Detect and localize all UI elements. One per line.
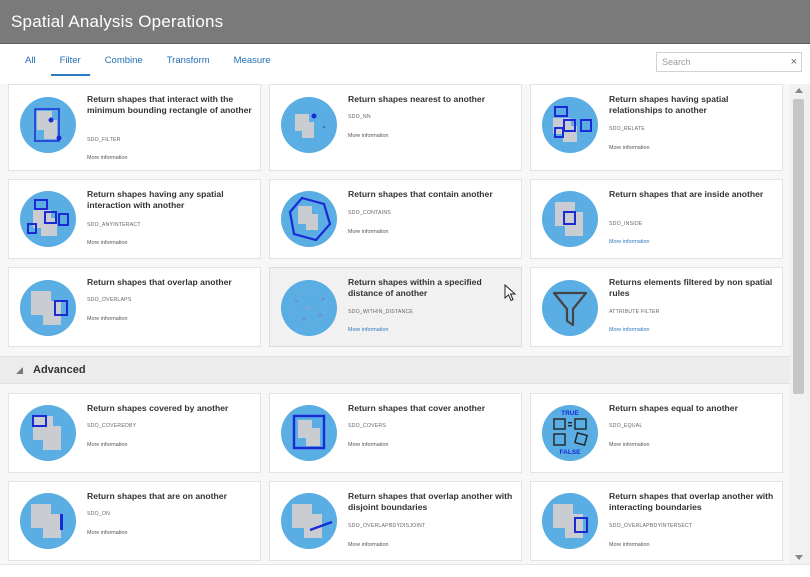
- operator-code: SDO_NN: [348, 114, 371, 120]
- operation-card-sdo-on[interactable]: Return shapes that are on another SDO_ON…: [8, 481, 261, 561]
- overlap-disjoint-icon: [280, 492, 338, 550]
- title-bar: Spatial Analysis Operations: [0, 0, 810, 44]
- operation-card-sdo-covers[interactable]: Return shapes that cover another SDO_COV…: [269, 393, 522, 473]
- card-title: Return shapes within a specified distanc…: [348, 277, 482, 298]
- operation-card-sdo-overlapbdyintersect[interactable]: Return shapes that overlap another with …: [530, 481, 783, 561]
- card-title: Return shapes equal to another: [609, 403, 738, 413]
- card-title: Return shapes having spatial relationshi…: [609, 94, 729, 115]
- within-distance-icon: [280, 279, 338, 337]
- true-label: TRUE: [561, 410, 579, 417]
- scroll-down-arrow-icon[interactable]: [795, 555, 803, 560]
- operation-card-sdo-coveredby[interactable]: Return shapes covered by another SDO_COV…: [8, 393, 261, 473]
- more-information-link[interactable]: More information: [348, 542, 388, 548]
- operator-code: SDO_CONTAINS: [348, 210, 391, 216]
- any-interact-icon: [19, 190, 77, 248]
- toolbar: All Filter Combine Transform Measure ×: [0, 44, 810, 84]
- funnel-icon: [541, 279, 599, 337]
- section-label: Advanced: [33, 364, 86, 376]
- more-information-link[interactable]: More information: [609, 327, 649, 333]
- collapse-triangle-icon[interactable]: [16, 367, 23, 374]
- on-icon: [19, 492, 77, 550]
- operation-card-sdo-equal[interactable]: TRUE FALSE Return shapes equal to another…: [530, 393, 783, 473]
- more-information-link[interactable]: More information: [609, 442, 649, 448]
- nearest-neighbor-icon: [280, 96, 338, 154]
- more-information-link[interactable]: More information: [87, 316, 127, 322]
- card-title: Return shapes that cover another: [348, 403, 486, 413]
- relate-icon: [541, 96, 599, 154]
- clear-search-icon[interactable]: ×: [791, 56, 797, 68]
- inside-icon: [541, 190, 599, 248]
- operator-code: SDO_ANYINTERACT: [87, 222, 141, 228]
- more-information-link[interactable]: More information: [609, 145, 649, 151]
- more-information-link[interactable]: More information: [87, 240, 127, 246]
- operation-card-sdo-overlaps[interactable]: Return shapes that overlap another SDO_O…: [8, 267, 261, 347]
- overlaps-icon: [19, 279, 77, 337]
- operation-card-sdo-anyinteract[interactable]: Return shapes having any spatial interac…: [8, 179, 261, 259]
- overlap-intersect-icon: [541, 492, 599, 550]
- operation-card-attribute-filter[interactable]: Returns elements filtered by non spatial…: [530, 267, 783, 347]
- contains-icon: [280, 190, 338, 248]
- card-title: Return shapes having any spatial interac…: [87, 189, 224, 210]
- more-information-link[interactable]: More information: [348, 229, 388, 235]
- more-information-link[interactable]: More information: [348, 442, 388, 448]
- window-title: Spatial Analysis Operations: [11, 12, 224, 31]
- operator-code: SDO_INSIDE: [609, 221, 643, 227]
- category-tabs: All Filter Combine Transform Measure: [16, 44, 286, 76]
- operation-card-sdo-within-distance[interactable]: Return shapes within a specified distanc…: [269, 267, 522, 347]
- operator-code: SDO_EQUAL: [609, 423, 643, 429]
- advanced-section-header[interactable]: Advanced: [0, 356, 790, 384]
- operation-card-sdo-contains[interactable]: Return shapes that contain another SDO_C…: [269, 179, 522, 259]
- card-title: Return shapes that overlap another: [87, 277, 232, 287]
- card-title: Return shapes that overlap another with …: [348, 491, 513, 512]
- more-information-link[interactable]: More information: [348, 327, 388, 333]
- operator-code: SDO_COVEREDBY: [87, 423, 137, 429]
- operator-code: ATTRIBUTE FILTER: [609, 309, 660, 315]
- tab-combine[interactable]: Combine: [96, 44, 152, 76]
- card-title: Return shapes covered by another: [87, 403, 229, 413]
- card-title: Return shapes that are on another: [87, 491, 227, 501]
- operator-code: SDO_OVERLAPS: [87, 297, 132, 303]
- card-title: Return shapes nearest to another: [348, 94, 486, 104]
- tab-filter[interactable]: Filter: [50, 44, 90, 76]
- card-title: Return shapes that interact with the min…: [87, 94, 252, 115]
- search-box: ×: [656, 52, 802, 72]
- false-label: FALSE: [560, 449, 582, 456]
- scroll-up-arrow-icon[interactable]: [795, 88, 803, 93]
- covers-icon: [280, 404, 338, 462]
- more-information-link[interactable]: More information: [87, 155, 127, 161]
- tab-all[interactable]: All: [16, 44, 45, 76]
- search-input[interactable]: [657, 53, 785, 71]
- operator-code: SDO_WITHIN_DISTANCE: [348, 309, 414, 315]
- more-information-link[interactable]: More information: [348, 133, 388, 139]
- operator-code: SDO_OVERLAPBDYINTERSECT: [609, 523, 693, 529]
- filter-mbr-icon: [19, 96, 77, 154]
- operator-code: SDO_COVERS: [348, 423, 387, 429]
- operation-card-sdo-nn[interactable]: Return shapes nearest to another SDO_NN …: [269, 84, 522, 171]
- scrollbar-thumb[interactable]: [793, 99, 804, 394]
- covered-by-icon: [19, 404, 77, 462]
- more-information-link[interactable]: More information: [87, 442, 127, 448]
- operator-code: SDO_RELATE: [609, 126, 645, 132]
- operator-code: SDO_ON: [87, 511, 111, 517]
- more-information-link[interactable]: More information: [609, 239, 649, 245]
- operation-card-sdo-filter[interactable]: Return shapes that interact with the min…: [8, 84, 261, 171]
- tab-transform[interactable]: Transform: [158, 44, 219, 76]
- equal-icon: TRUE FALSE: [541, 404, 599, 462]
- mouse-pointer-icon: [504, 284, 516, 302]
- card-title: Return shapes that overlap another with …: [609, 491, 774, 512]
- card-title: Return shapes that are inside another: [609, 189, 764, 199]
- operations-list: Return shapes that interact with the min…: [0, 84, 790, 564]
- tab-measure[interactable]: Measure: [225, 44, 280, 76]
- card-title: Returns elements filtered by non spatial…: [609, 277, 773, 298]
- dialog-footer: [0, 564, 810, 577]
- operation-card-sdo-inside[interactable]: Return shapes that are inside another SD…: [530, 179, 783, 259]
- operator-code: SDO_FILTER: [87, 137, 121, 143]
- operator-code: SDO_OVERLAPBDYDISJOINT: [348, 523, 426, 529]
- operation-card-sdo-relate[interactable]: Return shapes having spatial relationshi…: [530, 84, 783, 171]
- card-title: Return shapes that contain another: [348, 189, 493, 199]
- more-information-link[interactable]: More information: [609, 542, 649, 548]
- vertical-scrollbar[interactable]: [790, 84, 810, 564]
- more-information-link[interactable]: More information: [87, 530, 127, 536]
- operation-card-sdo-overlapbdydisjoint[interactable]: Return shapes that overlap another with …: [269, 481, 522, 561]
